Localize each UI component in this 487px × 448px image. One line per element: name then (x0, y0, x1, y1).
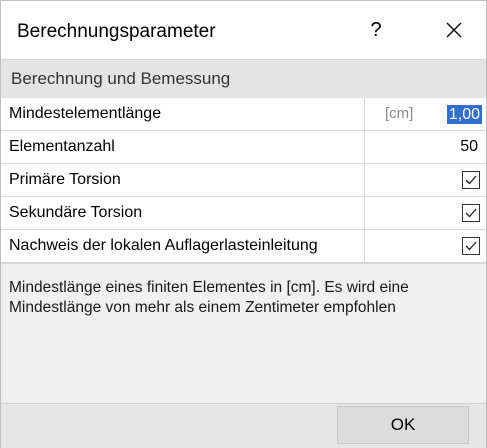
property-value-cell[interactable]: [cm] 1,00 (365, 98, 486, 130)
section-header[interactable]: Berechnung und Bemessung (1, 59, 486, 99)
primary-torsion-checkbox[interactable] (462, 171, 480, 189)
help-button[interactable]: ? (353, 13, 399, 47)
close-icon (446, 22, 462, 38)
unit-label: [cm] (385, 105, 414, 122)
dialog-title: Berechnungsparameter (17, 21, 216, 42)
ok-button[interactable]: OK (337, 406, 469, 444)
description-panel: Mindestlänge eines finiten Elementes in … (1, 263, 486, 404)
checkmark-icon (465, 208, 477, 218)
close-button[interactable] (431, 13, 477, 47)
property-label: Sekundäre Torsion (1, 197, 365, 229)
property-label: Nachweis der lokalen Auflagerlasteinleit… (1, 230, 365, 262)
property-row-min-element-length[interactable]: Mindestelementlänge [cm] 1,00 (1, 98, 486, 131)
property-value-cell (365, 197, 486, 229)
property-label: Elementanzahl (1, 131, 365, 163)
min-element-length-input[interactable]: 1,00 (446, 105, 482, 124)
secondary-torsion-checkbox[interactable] (462, 204, 480, 222)
property-label: Mindestelementlänge (1, 98, 365, 130)
property-row-local-support-load[interactable]: Nachweis der lokalen Auflagerlasteinleit… (1, 230, 486, 263)
property-value-cell[interactable]: 50 (365, 131, 486, 163)
property-grid: Mindestelementlänge [cm] 1,00 Elementanz… (1, 98, 486, 263)
property-label: Primäre Torsion (1, 164, 365, 196)
property-value-cell (365, 230, 486, 262)
section-title: Berechnung und Bemessung (11, 69, 231, 88)
checkmark-icon (465, 241, 477, 251)
property-row-secondary-torsion[interactable]: Sekundäre Torsion (1, 197, 486, 230)
local-support-load-checkbox[interactable] (462, 237, 480, 255)
checkmark-icon (465, 175, 477, 185)
element-count-input[interactable]: 50 (460, 131, 478, 163)
calculation-parameters-dialog: Berechnungsparameter ? Berechnung und Be… (0, 0, 487, 448)
dialog-footer: OK (1, 403, 486, 448)
description-text: Mindestlänge eines finiten Elementes in … (9, 279, 409, 316)
property-value-cell (365, 164, 486, 196)
title-bar: Berechnungsparameter ? (1, 1, 486, 59)
property-row-element-count[interactable]: Elementanzahl 50 (1, 131, 486, 164)
property-row-primary-torsion[interactable]: Primäre Torsion (1, 164, 486, 197)
